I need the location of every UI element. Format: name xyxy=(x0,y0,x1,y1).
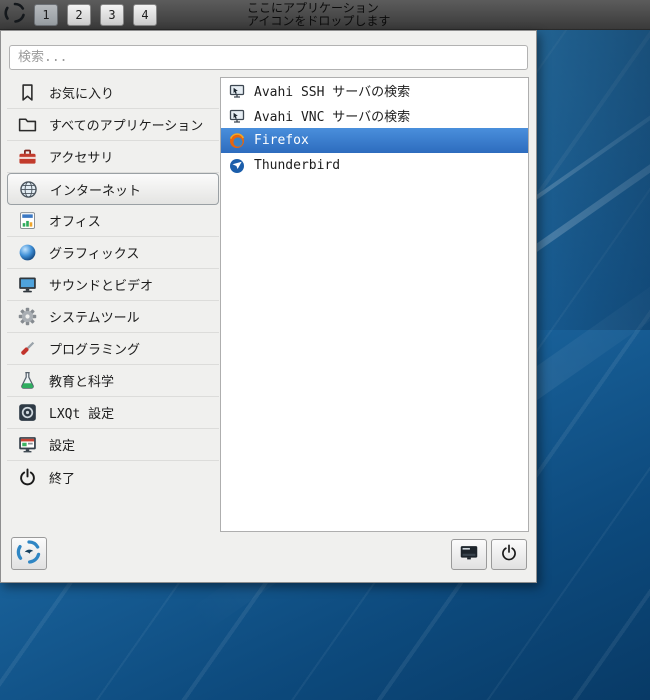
category-label: プログラミング xyxy=(49,343,141,358)
category-internet[interactable]: インターネット xyxy=(7,173,219,205)
application-list: Avahi SSH サーバの検索 Avahi VNC サーバの検索 Firefo… xyxy=(220,77,529,532)
category-label: オフィス xyxy=(49,215,101,230)
workspace-button-4[interactable]: 4 xyxy=(133,3,157,26)
bookmark-icon xyxy=(17,82,38,103)
search-input[interactable] xyxy=(9,45,528,70)
category-label: システムツール xyxy=(49,311,140,326)
thunderbird-icon xyxy=(229,158,245,174)
toolbox-icon xyxy=(17,146,38,167)
category-label: 設定 xyxy=(49,439,76,454)
power-icon xyxy=(17,467,38,488)
category-sound-video[interactable]: サウンドとビデオ xyxy=(7,269,219,301)
app-avahi-vnc[interactable]: Avahi VNC サーバの検索 xyxy=(221,103,528,128)
desktop-background: 1 2 3 4 ここにアプリケーション アイコンをドロップします お気に入り す… xyxy=(0,0,650,700)
footer-button-group xyxy=(451,539,527,570)
category-lxqt-settings[interactable]: LXQt 設定 xyxy=(7,397,219,429)
category-all-applications[interactable]: すべてのアプリケーション xyxy=(7,109,219,141)
top-panel: 1 2 3 4 ここにアプリケーション アイコンをドロップします xyxy=(0,0,650,30)
drop-hint-line2: アイコンをドロップします xyxy=(247,14,391,28)
category-label: LXQt 設定 xyxy=(49,407,115,422)
category-favorites[interactable]: お気に入り xyxy=(7,77,219,109)
app-label: Firefox xyxy=(254,133,309,148)
category-label: インターネット xyxy=(50,183,142,199)
screwdriver-icon xyxy=(17,338,38,359)
firefox-icon xyxy=(229,132,245,149)
settings-monitor-icon xyxy=(17,434,38,455)
app-label: Avahi SSH サーバの検索 xyxy=(254,85,411,100)
lxqt-menu-logo-icon xyxy=(3,1,27,29)
workspace-button-1[interactable]: 1 xyxy=(34,3,58,26)
category-settings[interactable]: 設定 xyxy=(7,429,219,461)
menu-button[interactable] xyxy=(0,0,30,30)
category-label: アクセサリ xyxy=(49,151,114,166)
lockscreen-button[interactable] xyxy=(451,539,487,570)
folder-icon xyxy=(17,114,38,135)
quicklaunch-drop-area[interactable]: ここにアプリケーション アイコンをドロップします xyxy=(247,0,390,30)
category-graphics[interactable]: グラフィックス xyxy=(7,237,219,269)
category-label: サウンドとビデオ xyxy=(49,279,154,294)
power-icon xyxy=(499,543,519,567)
lxqt-settings-icon xyxy=(17,402,38,423)
gear-icon xyxy=(17,306,38,327)
lockscreen-icon xyxy=(458,542,480,568)
workspace-button-3[interactable]: 3 xyxy=(100,3,124,26)
app-firefox[interactable]: Firefox xyxy=(221,128,528,153)
app-label: Avahi VNC サーバの検索 xyxy=(254,110,411,125)
lxqt-logo-icon xyxy=(16,539,42,569)
avahi-network-icon xyxy=(229,83,245,99)
monitor-media-icon xyxy=(17,274,38,295)
lxqt-logo-button[interactable] xyxy=(11,537,47,570)
category-label: お気に入り xyxy=(49,87,115,102)
category-programming[interactable]: プログラミング xyxy=(7,333,219,365)
office-document-icon xyxy=(17,210,38,231)
flask-icon xyxy=(17,370,38,391)
category-list: お気に入り すべてのアプリケーション アクセサリ インターネット オフィス グラ… xyxy=(7,77,219,493)
category-office[interactable]: オフィス xyxy=(7,205,219,237)
category-label: すべてのアプリケーション xyxy=(49,119,204,134)
category-accessories[interactable]: アクセサリ xyxy=(7,141,219,173)
workspace-button-2[interactable]: 2 xyxy=(67,3,91,26)
main-menu-popup: お気に入り すべてのアプリケーション アクセサリ インターネット xyxy=(0,30,537,583)
category-education-science[interactable]: 教育と科学 xyxy=(7,365,219,397)
app-avahi-ssh[interactable]: Avahi SSH サーバの検索 xyxy=(221,78,528,103)
leave-button[interactable] xyxy=(491,539,527,570)
category-leave[interactable]: 終了 xyxy=(7,461,219,493)
sphere-icon xyxy=(17,242,38,263)
avahi-network-icon xyxy=(229,108,245,124)
category-system-tools[interactable]: システムツール xyxy=(7,301,219,333)
category-label: 終了 xyxy=(49,471,76,487)
category-label: グラフィックス xyxy=(49,247,140,262)
app-label: Thunderbird xyxy=(254,158,341,173)
category-label: 教育と科学 xyxy=(49,375,115,390)
app-thunderbird[interactable]: Thunderbird xyxy=(221,153,528,178)
globe-icon xyxy=(18,179,39,200)
